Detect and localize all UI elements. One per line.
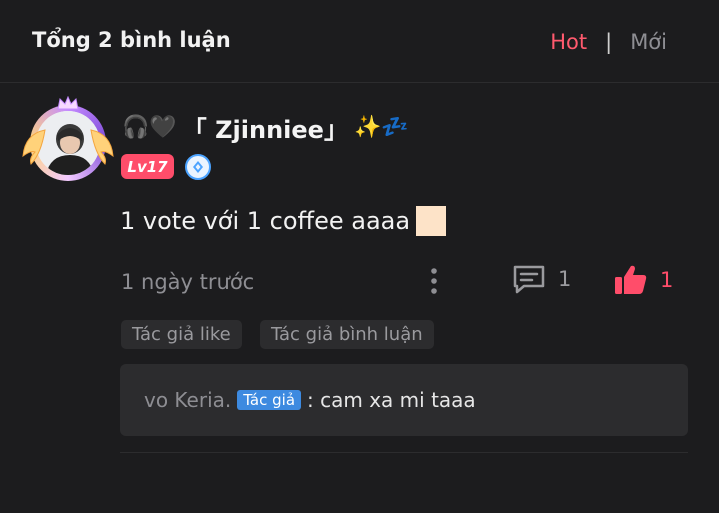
username[interactable]: 「 Zjinniee」: [183, 110, 348, 145]
wing-left-icon: [22, 129, 46, 165]
level-badge: Lv17: [121, 154, 174, 179]
author-replied-tag: Tác giả bình luận: [260, 320, 434, 349]
author-liked-tag: Tác giả like: [121, 320, 242, 349]
reply-count: 1: [558, 267, 572, 291]
comments-header: Tổng 2 bình luận Hot | Mới: [0, 0, 719, 83]
sort-separator: |: [605, 30, 613, 54]
author-badge: Tác giả: [237, 390, 302, 410]
like-count: 1: [660, 268, 674, 292]
sort-new-tab[interactable]: Mới: [630, 30, 667, 54]
coffee-emoji-placeholder: [416, 206, 447, 236]
reply-preview[interactable]: vo Keria. Tác giả : cam xa mi taaa: [120, 364, 688, 436]
comment-count-title: Tổng 2 bình luận: [32, 28, 231, 52]
username-row[interactable]: 🎧🖤 「 Zjinniee」 ✨💤: [122, 110, 409, 145]
divider: [120, 452, 688, 453]
comment-text: 1 vote với 1 coffee aaaa: [120, 207, 411, 235]
sort-options: Hot | Mới: [550, 30, 667, 54]
wing-right-icon: [90, 129, 114, 165]
sort-hot-tab[interactable]: Hot: [550, 30, 587, 54]
more-vertical-icon[interactable]: [428, 266, 440, 296]
crown-icon: [57, 96, 79, 110]
verified-diamond-icon: [185, 154, 211, 180]
avatar[interactable]: [22, 96, 114, 184]
thumbs-up-icon: [615, 265, 647, 294]
diamond-icon: [193, 161, 203, 173]
reply-button[interactable]: 1: [512, 264, 571, 294]
comment-icon: [513, 265, 545, 294]
comment-timestamp: 1 ngày trước: [121, 270, 255, 294]
like-button[interactable]: 1: [614, 264, 673, 296]
sparkles-sleep-emoji: ✨💤: [353, 115, 409, 140]
reply-text: : cam xa mi taaa: [307, 388, 476, 412]
headphones-heart-emoji: 🎧🖤: [122, 115, 177, 140]
reply-author-name[interactable]: vo Keria.: [144, 388, 231, 412]
comment-body: 1 vote với 1 coffee aaaa: [120, 206, 447, 236]
